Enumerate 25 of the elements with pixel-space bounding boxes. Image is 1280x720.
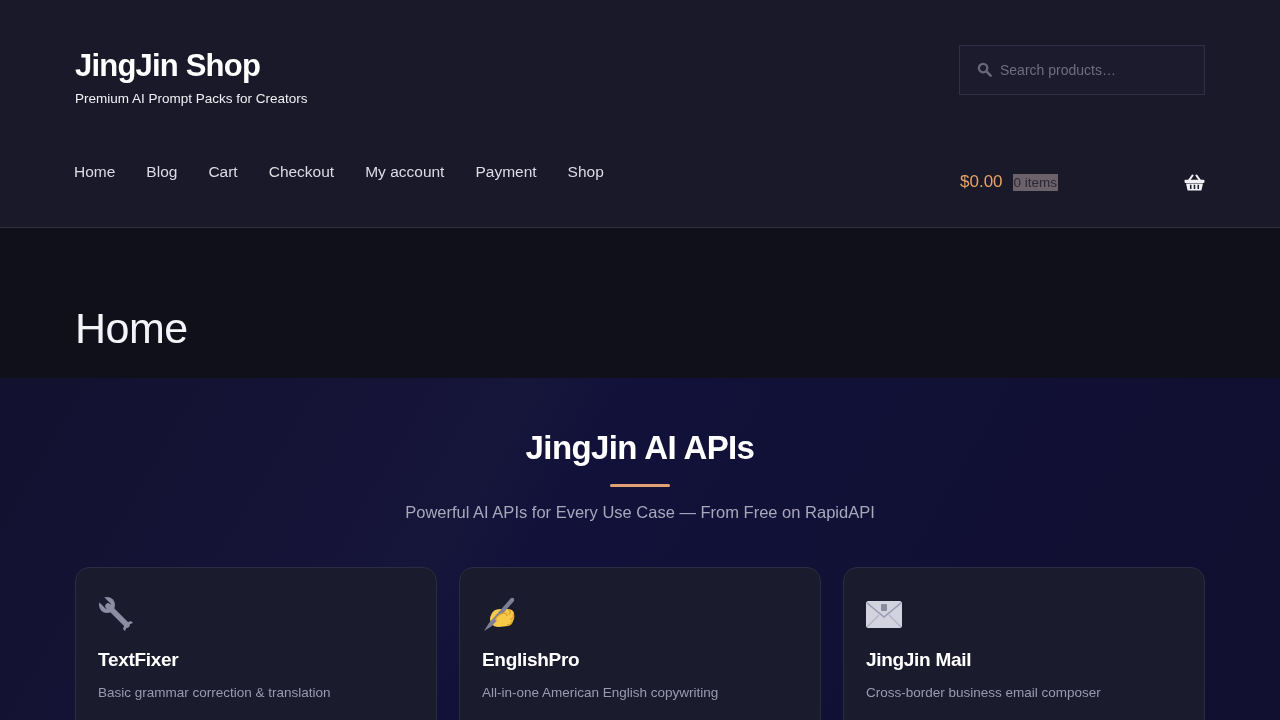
nav-link[interactable]: Shop <box>567 162 604 182</box>
nav-link[interactable]: Cart <box>208 162 238 182</box>
accent-underline <box>610 484 670 487</box>
page-title: Home <box>75 303 188 354</box>
card-description: All-in-one American English copywriting <box>482 684 719 702</box>
card-title: TextFixer <box>98 648 179 672</box>
section-title: JingJin AI APIs <box>525 428 755 468</box>
nav-link[interactable]: Checkout <box>268 162 335 182</box>
basket-icon[interactable] <box>1184 173 1205 191</box>
nav-link[interactable]: Blog <box>146 162 178 182</box>
search-field[interactable]: Search products… <box>959 45 1205 95</box>
nav-link[interactable]: My account <box>365 162 445 182</box>
section-subtitle: Powerful AI APIs for Every Use Case — From Free on RapidAPI <box>405 502 875 523</box>
site-tagline: Premium AI Prompt Packs for Creators <box>75 91 308 107</box>
envelope-icon <box>866 601 902 628</box>
search-icon <box>977 62 992 77</box>
nav-link[interactable]: Payment <box>475 162 537 182</box>
card-title: JingJin Mail <box>866 648 972 672</box>
site-title[interactable]: JingJin Shop <box>75 48 308 84</box>
cart-total[interactable]: $0.00 <box>960 171 1003 193</box>
card-description: Basic grammar correction & translation <box>98 684 331 702</box>
card-title: EnglishPro <box>482 648 580 672</box>
wrench-icon <box>98 596 134 632</box>
nav-link[interactable]: Home <box>74 162 116 182</box>
card-description: Cross-border business email composer <box>866 684 1101 702</box>
